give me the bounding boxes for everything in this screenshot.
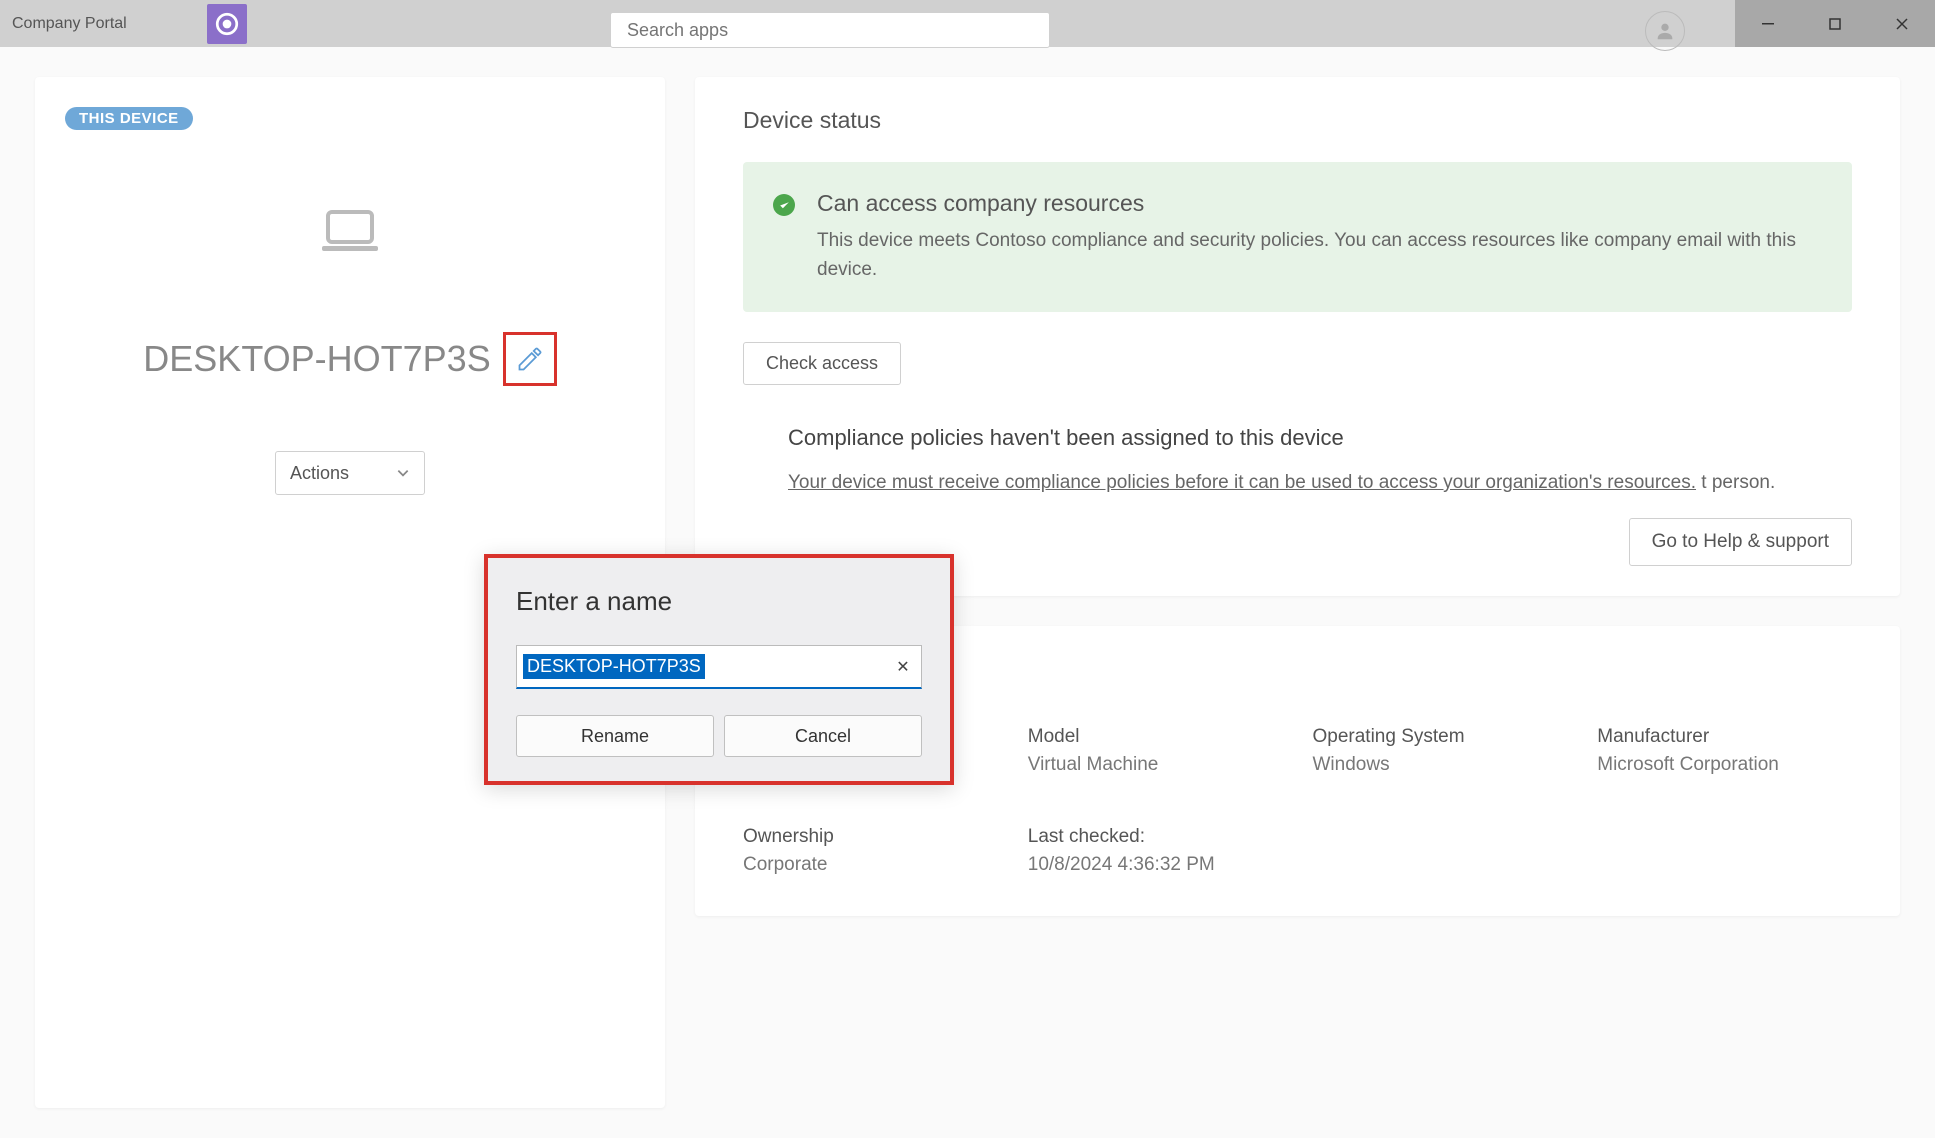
search-input[interactable] <box>610 12 1050 48</box>
close-button[interactable] <box>1868 0 1935 47</box>
status-banner: Can access company resources This device… <box>743 162 1852 312</box>
help-support-button[interactable]: Go to Help & support <box>1629 518 1852 566</box>
minimize-button[interactable] <box>1735 0 1802 47</box>
app-logo-icon <box>207 4 247 44</box>
name-input[interactable]: DESKTOP-HOT7P3S <box>523 654 705 679</box>
laptop-icon <box>65 210 635 257</box>
detail-os: Operating System Windows <box>1313 726 1568 776</box>
detail-last-checked: Last checked: 10/8/2024 4:36:32 PM <box>1028 826 1283 876</box>
banner-title: Can access company resources <box>817 190 1822 217</box>
rename-dialog: Enter a name DESKTOP-HOT7P3S ✕ Rename Ca… <box>484 554 954 785</box>
user-avatar-button[interactable] <box>1645 11 1685 51</box>
detail-model: Model Virtual Machine <box>1028 726 1283 776</box>
app-title: Company Portal <box>12 15 127 33</box>
check-access-button[interactable]: Check access <box>743 342 901 385</box>
chevron-down-icon <box>396 466 410 480</box>
maximize-button[interactable] <box>1802 0 1869 47</box>
compliance-description: Your device must receive compliance poli… <box>788 469 1852 498</box>
check-circle-icon <box>773 194 795 216</box>
this-device-badge: THIS DEVICE <box>65 107 193 130</box>
actions-dropdown[interactable]: Actions <box>275 451 425 495</box>
cancel-button[interactable]: Cancel <box>724 715 922 757</box>
banner-description: This device meets Contoso compliance and… <box>817 227 1822 284</box>
device-name: DESKTOP-HOT7P3S <box>143 338 490 380</box>
compliance-title: Compliance policies haven't been assigne… <box>788 425 1852 451</box>
dialog-title: Enter a name <box>516 586 922 617</box>
detail-ownership: Ownership Corporate <box>743 826 998 876</box>
device-status-card: Device status Can access company resourc… <box>695 77 1900 596</box>
device-status-heading: Device status <box>743 107 1852 134</box>
edit-name-button[interactable] <box>503 332 557 386</box>
detail-manufacturer: Manufacturer Microsoft Corporation <box>1597 726 1852 776</box>
window-controls <box>1735 0 1935 47</box>
titlebar: Company Portal <box>0 0 1935 47</box>
name-input-wrap[interactable]: DESKTOP-HOT7P3S ✕ <box>516 645 922 689</box>
rename-button[interactable]: Rename <box>516 715 714 757</box>
clear-input-button[interactable]: ✕ <box>885 649 921 685</box>
actions-label: Actions <box>290 463 349 484</box>
